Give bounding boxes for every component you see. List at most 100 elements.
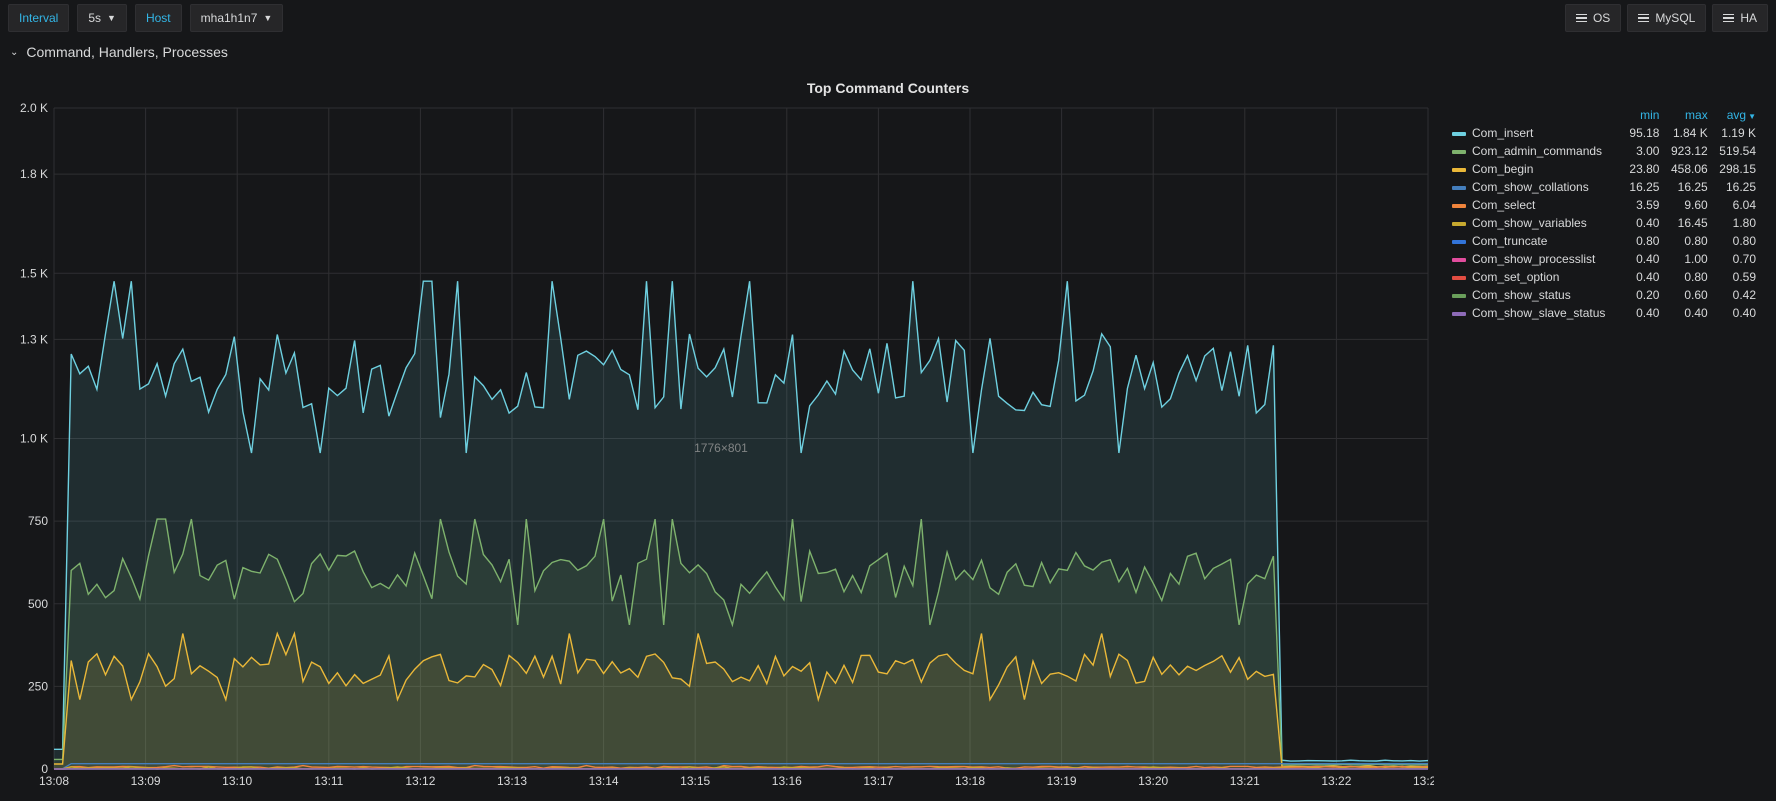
legend-series-name: Com_select [1472,198,1535,212]
legend-value: 95.18 [1622,124,1663,142]
legend-row[interactable]: Com_show_processlist 0.401.000.70 [1448,250,1760,268]
legend-value: 0.40 [1622,250,1663,268]
legend-swatch-icon [1452,276,1466,280]
legend-value: 0.60 [1663,286,1711,304]
svg-text:13:17: 13:17 [863,774,893,788]
top-toolbar: Interval 5s ▼ Host mha1h1n7 ▼ OS MySQL HA [0,0,1776,36]
legend-header[interactable] [1448,106,1622,124]
legend-value: 16.45 [1663,214,1711,232]
view-button-label: HA [1740,11,1757,25]
chevron-down-icon: ⌄ [10,47,18,58]
svg-text:500: 500 [28,597,48,611]
legend-value: 0.59 [1712,268,1760,286]
legend-row[interactable]: Com_begin 23.80458.06298.15 [1448,160,1760,178]
svg-text:2.0 K: 2.0 K [20,102,48,115]
legend-swatch-icon [1452,168,1466,172]
legend-row[interactable]: Com_show_slave_status0.400.400.40 [1448,304,1760,322]
svg-text:13:14: 13:14 [589,774,619,788]
legend-value: 16.25 [1712,178,1760,196]
legend-swatch-icon [1452,222,1466,226]
toolbar-right: OS MySQL HA [1565,4,1768,32]
svg-text:1.8 K: 1.8 K [20,167,48,181]
legend-header[interactable]: avg▼ [1712,106,1760,124]
hamburger-icon [1638,14,1649,23]
legend-value: 923.12 [1663,142,1711,160]
hamburger-icon [1576,14,1587,23]
legend-value: 298.15 [1712,160,1760,178]
legend-value: 9.60 [1663,196,1711,214]
legend-swatch-icon [1452,312,1466,316]
legend-value: 0.40 [1622,304,1663,322]
legend-value: 0.40 [1622,214,1663,232]
svg-text:250: 250 [28,679,48,693]
host-select[interactable]: mha1h1n7 ▼ [190,4,284,32]
legend-value: 0.40 [1712,304,1760,322]
legend-series-name: Com_show_slave_status [1472,306,1605,320]
legend-series-name: Com_show_status [1472,288,1571,302]
legend-value: 1.19 K [1712,124,1760,142]
legend-series-name: Com_show_processlist [1472,252,1595,266]
chart-svg: 02505007501.0 K1.3 K1.5 K1.8 K2.0 K13:08… [8,102,1434,793]
svg-text:13:12: 13:12 [405,774,435,788]
legend-swatch-icon [1452,132,1466,136]
legend-value: 1.00 [1663,250,1711,268]
panel-title: Top Command Counters [8,80,1768,102]
legend-row[interactable]: Com_select3.599.606.04 [1448,196,1760,214]
legend-row[interactable]: Com_admin_commands3.00923.12519.54 [1448,142,1760,160]
legend-series-name: Com_show_variables [1472,216,1587,230]
view-button-mysql[interactable]: MySQL [1627,4,1706,32]
svg-text:13:19: 13:19 [1047,774,1077,788]
legend-value: 519.54 [1712,142,1760,160]
legend-value: 0.70 [1712,250,1760,268]
section-title: Command, Handlers, Processes [26,44,228,60]
host-label-button[interactable]: Host [135,4,182,32]
section-header[interactable]: ⌄ Command, Handlers, Processes [0,36,1776,68]
legend-swatch-icon [1452,294,1466,298]
view-button-label: OS [1593,11,1610,25]
legend-series-name: Com_truncate [1472,234,1547,248]
svg-text:13:08: 13:08 [39,774,69,788]
svg-text:13:16: 13:16 [772,774,802,788]
host-value: mha1h1n7 [201,11,258,25]
svg-text:13:10: 13:10 [222,774,252,788]
legend-header[interactable]: min [1622,106,1663,124]
legend-value: 0.80 [1663,232,1711,250]
legend-row[interactable]: Com_truncate0.800.800.80 [1448,232,1760,250]
chart-area[interactable]: 02505007501.0 K1.3 K1.5 K1.8 K2.0 K13:08… [8,102,1434,793]
legend-row[interactable]: Com_insert95.181.84 K1.19 K [1448,124,1760,142]
svg-text:1.5 K: 1.5 K [20,266,48,280]
interval-select[interactable]: 5s ▼ [77,4,127,32]
caret-down-icon: ▼ [107,13,116,23]
interval-label-button[interactable]: Interval [8,4,69,32]
legend-series-name: Com_set_option [1472,270,1559,284]
legend-swatch-icon [1452,204,1466,208]
svg-text:13:09: 13:09 [131,774,161,788]
view-button-ha[interactable]: HA [1712,4,1768,32]
interval-value: 5s [88,11,101,25]
svg-text:750: 750 [28,514,48,528]
legend-swatch-icon [1452,150,1466,154]
view-button-os[interactable]: OS [1565,4,1621,32]
legend-swatch-icon [1452,258,1466,262]
legend-value: 0.40 [1663,304,1711,322]
legend-value: 458.06 [1663,160,1711,178]
sort-caret-icon: ▼ [1748,112,1756,121]
svg-text:13:21: 13:21 [1230,774,1260,788]
legend-value: 23.80 [1622,160,1663,178]
legend-value: 3.59 [1622,196,1663,214]
legend-series-name: Com_show_collations [1472,180,1589,194]
legend-row[interactable]: Com_show_collations16.2516.2516.25 [1448,178,1760,196]
legend-row[interactable]: Com_show_status0.200.600.42 [1448,286,1760,304]
legend-value: 1.80 [1712,214,1760,232]
legend-value: 3.00 [1622,142,1663,160]
legend-row[interactable]: Com_show_variables 0.4016.451.80 [1448,214,1760,232]
legend-value: 0.80 [1712,232,1760,250]
svg-text:1.3 K: 1.3 K [20,332,48,346]
hamburger-icon [1723,14,1734,23]
svg-text:13:13: 13:13 [497,774,527,788]
svg-text:13:22: 13:22 [1321,774,1351,788]
legend-series-name: Com_begin [1472,162,1533,176]
svg-text:13:23: 13:23 [1413,774,1434,788]
legend-row[interactable]: Com_set_option0.400.800.59 [1448,268,1760,286]
legend-header[interactable]: max [1663,106,1711,124]
